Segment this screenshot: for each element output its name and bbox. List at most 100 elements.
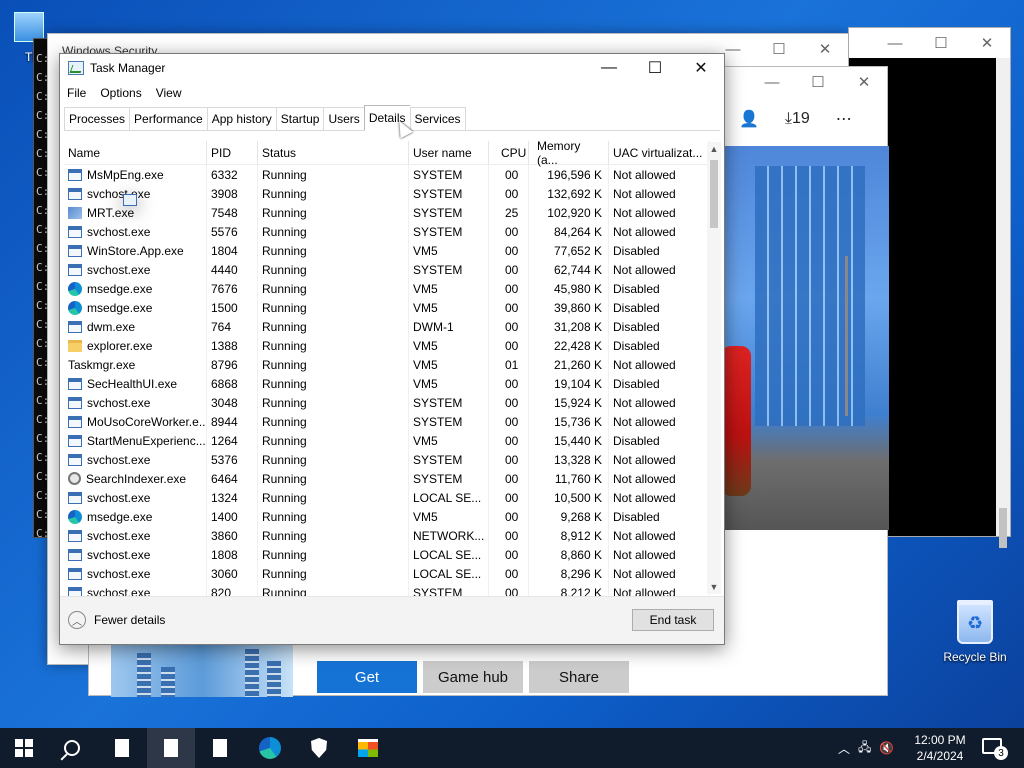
memory-cell: 13,328 K bbox=[529, 450, 609, 469]
scroll-up-icon[interactable]: ▲ bbox=[707, 142, 721, 156]
taskbar-app-notepad-1[interactable] bbox=[98, 728, 146, 768]
close-icon[interactable]: ✕ bbox=[841, 67, 887, 97]
uac-virtualization-cell: Not allowed bbox=[609, 203, 710, 222]
process-name: msedge.exe bbox=[87, 509, 153, 524]
table-row[interactable]: svchost.exe 5576 Running SYSTEM 00 84,264 K No… bbox=[64, 222, 710, 241]
table-row[interactable]: svchost.exe 820 Running SYSTEM 00 8,212 K Not … bbox=[64, 583, 710, 596]
column-header-pid[interactable]: PID bbox=[207, 141, 258, 164]
recycle-bin-desktop-icon[interactable]: Recycle Bin bbox=[938, 600, 1012, 664]
maximize-icon[interactable]: ☐ bbox=[795, 67, 841, 97]
table-row[interactable]: svchost.exe 3908 Running SYSTEM 00 132,692 KN… bbox=[64, 184, 710, 203]
document-icon bbox=[115, 739, 129, 757]
taskbar-app-store[interactable] bbox=[344, 728, 392, 768]
table-row[interactable]: msedge.exe 1400 Running VM5 00 9,268 K Disable… bbox=[64, 507, 710, 526]
minimize-icon[interactable]: — bbox=[586, 54, 632, 82]
scrollbar-thumb[interactable] bbox=[999, 508, 1007, 548]
document-icon bbox=[164, 739, 178, 757]
table-row[interactable]: SearchIndexer.exe 6464 Running SYSTEM 00 11,7… bbox=[64, 469, 710, 488]
get-button[interactable]: Get bbox=[317, 661, 417, 693]
uac-virtualization-cell: Not allowed bbox=[609, 526, 710, 545]
table-row[interactable]: svchost.exe 4440 Running SYSTEM 00 62,744 K No… bbox=[64, 260, 710, 279]
search-button[interactable] bbox=[48, 728, 96, 768]
table-row[interactable]: Taskmgr.exe 8796 Running VM5 01 21,260 K Not a… bbox=[64, 194, 710, 374]
tab-users[interactable]: Users bbox=[323, 107, 364, 130]
more-options-icon[interactable]: ⋯ bbox=[836, 109, 852, 129]
process-name-cell: svchost.exe bbox=[64, 545, 207, 564]
downloads-button[interactable]: ⤓19 bbox=[785, 110, 810, 128]
account-icon[interactable]: 👤 bbox=[739, 109, 759, 129]
maximize-icon[interactable]: ☐ bbox=[918, 28, 964, 58]
taskbar-app-notepad-2[interactable] bbox=[147, 728, 195, 768]
system-tray: ︿ 🖧 🔇 bbox=[838, 728, 894, 768]
chevron-up-icon[interactable]: ︿ bbox=[838, 740, 850, 757]
taskbar-app-edge[interactable] bbox=[246, 728, 294, 768]
cpu-cell: 01 bbox=[489, 355, 529, 374]
table-row[interactable]: MoUsoCoreWorker.e... 8944 Running SYSTEM 00 1… bbox=[64, 412, 710, 431]
start-button[interactable] bbox=[0, 728, 48, 768]
table-row[interactable]: msedge.exe 7676 Running VM5 00 45,980 K Disabl… bbox=[64, 279, 710, 298]
volume-muted-icon[interactable]: 🔇 bbox=[879, 741, 894, 755]
close-icon[interactable]: ✕ bbox=[964, 28, 1010, 58]
scroll-down-icon[interactable]: ▼ bbox=[707, 580, 721, 594]
close-icon[interactable]: ✕ bbox=[678, 54, 724, 82]
column-header-user-name[interactable]: User name bbox=[409, 141, 489, 164]
task-manager-titlebar[interactable]: Task Manager — ☐ ✕ bbox=[60, 54, 724, 82]
menu-item-view[interactable]: View bbox=[149, 84, 189, 104]
fewer-details-button[interactable]: ︿ Fewer details bbox=[68, 611, 165, 629]
table-row[interactable]: MsMpEng.exe 6332 Running SYSTEM 00 196,596 KN… bbox=[64, 165, 710, 184]
user-name-cell: SYSTEM bbox=[409, 469, 489, 488]
task-manager-window[interactable]: Task Manager — ☐ ✕ File Options View Proce… bbox=[59, 53, 725, 645]
tab-startup[interactable]: Startup bbox=[275, 107, 324, 130]
dark-window-scrollbar[interactable] bbox=[996, 58, 1010, 548]
process-name-cell: StartMenuExperienc... bbox=[64, 431, 207, 450]
table-row[interactable]: svchost.exe 3048 Running SYSTEM 00 15,924 K No… bbox=[64, 393, 710, 412]
table-row[interactable]: svchost.exe 1324 Running LOCAL SE... 00 10,50… bbox=[64, 488, 710, 507]
uac-virtualization-cell: Not allowed bbox=[609, 184, 710, 203]
table-row[interactable]: WinStore.App.exe 1804 Running VM5 00 77,652 K… bbox=[64, 241, 710, 260]
column-header-name[interactable]: Name bbox=[64, 141, 207, 164]
column-header-status[interactable]: Status bbox=[258, 141, 409, 164]
table-row[interactable]: svchost.exe 3860 Running NETWORK... 00 8,912 … bbox=[64, 526, 710, 545]
column-header-memory[interactable]: Memory (a... bbox=[529, 141, 609, 167]
fewer-details-label: Fewer details bbox=[94, 613, 166, 627]
task-manager-title: Task Manager bbox=[90, 61, 166, 75]
table-row[interactable]: svchost.exe 5376 Running SYSTEM 00 13,328 K No… bbox=[64, 450, 710, 469]
table-row[interactable]: dwm.exe 764 Running DWM-1 00 31,208 K Disabled bbox=[64, 317, 710, 336]
end-task-button[interactable]: End task bbox=[632, 609, 714, 631]
maximize-icon[interactable]: ☐ bbox=[632, 54, 678, 82]
notification-center-button[interactable]: 3 bbox=[982, 738, 1008, 760]
table-scrollbar[interactable]: ▲ ▼ bbox=[707, 142, 721, 594]
close-icon[interactable]: ✕ bbox=[802, 34, 848, 64]
column-header-uac-virtualization[interactable]: UAC virtualizat... bbox=[609, 141, 710, 164]
maximize-icon[interactable]: ☐ bbox=[756, 34, 802, 64]
column-header-cpu[interactable]: CPU bbox=[489, 141, 529, 164]
table-row[interactable]: msedge.exe 1500 Running VM5 00 39,860 K Disabl… bbox=[64, 298, 710, 317]
tab-processes[interactable]: Processes bbox=[64, 107, 130, 130]
table-row[interactable]: MRT.exe 7548 Running SYSTEM 25 102,920 K Not a… bbox=[64, 203, 710, 222]
table-row[interactable]: explorer.exe 1388 Running VM5 00 22,428 K Disa… bbox=[64, 336, 710, 355]
cpu-cell: 00 bbox=[489, 545, 529, 564]
taskbar-app-windows-security[interactable] bbox=[295, 728, 343, 768]
user-name-cell: VM5 bbox=[409, 507, 489, 526]
menu-item-file[interactable]: File bbox=[60, 84, 93, 104]
game-hub-button[interactable]: Game hub bbox=[423, 661, 523, 693]
menu-item-options[interactable]: Options bbox=[93, 84, 148, 104]
network-icon[interactable]: 🖧 bbox=[858, 738, 871, 759]
minimize-icon[interactable]: — bbox=[872, 28, 918, 58]
table-row[interactable]: SecHealthUI.exe 6868 Running VM5 00 19,104 KD… bbox=[64, 374, 710, 393]
minimize-icon[interactable]: — bbox=[749, 67, 795, 97]
taskbar-app-notepad-3[interactable] bbox=[196, 728, 244, 768]
table-row[interactable]: StartMenuExperienc... 1264 Running VM5 00 15,… bbox=[64, 431, 710, 450]
share-button[interactable]: Share bbox=[529, 661, 629, 693]
tab-app-history[interactable]: App history bbox=[206, 107, 276, 130]
scrollbar-thumb[interactable] bbox=[710, 160, 718, 228]
taskbar-clock[interactable]: 12:00 PM 2/4/2024 bbox=[900, 732, 980, 764]
tab-services[interactable]: Services bbox=[409, 107, 466, 130]
uac-virtualization-cell: Not allowed bbox=[609, 222, 710, 241]
tab-performance[interactable]: Performance bbox=[129, 107, 207, 130]
user-name-cell: VM5 bbox=[409, 279, 489, 298]
memory-cell: 11,760 K bbox=[529, 469, 609, 488]
table-row[interactable]: svchost.exe 1808 Running LOCAL SE... 00 8,860… bbox=[64, 545, 710, 564]
game-screenshot-thumbnail[interactable] bbox=[111, 645, 293, 697]
table-row[interactable]: svchost.exe 3060 Running LOCAL SE... 00 8,296… bbox=[64, 564, 710, 583]
